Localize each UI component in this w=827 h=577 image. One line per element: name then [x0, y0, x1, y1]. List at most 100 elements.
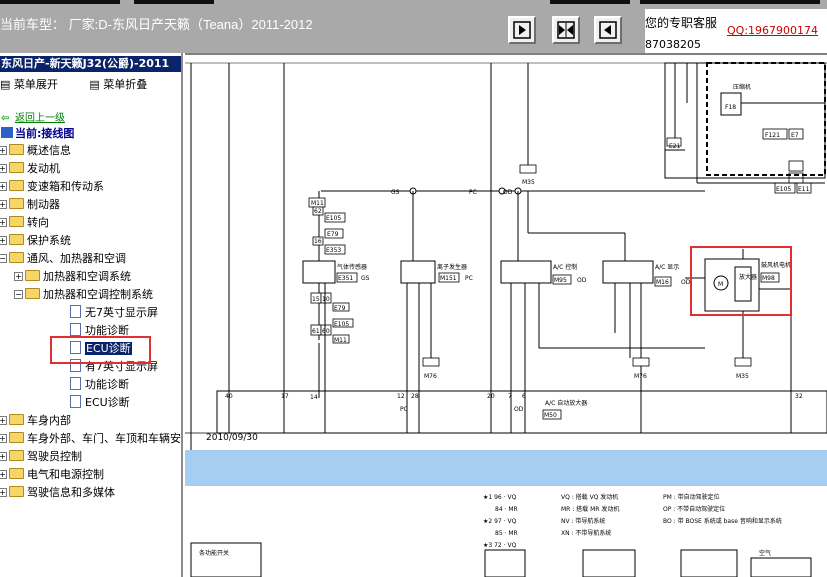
expand-toggle-icon[interactable]: +: [0, 236, 7, 245]
connector-e11: E11: [798, 186, 810, 193]
tree-doc-item[interactable]: 功能诊断: [30, 377, 129, 393]
connector-m151: M151: [440, 275, 457, 282]
service-qq-link[interactable]: QQ:1967900174: [727, 24, 818, 37]
tree-folder-item[interactable]: + 驾驶信息和多媒体: [0, 485, 115, 501]
tab-indicator[interactable]: [134, 0, 214, 4]
pin-28: 28: [411, 393, 419, 400]
tree-item-label: ECU诊断: [85, 396, 130, 409]
expand-toggle-icon[interactable]: +: [0, 182, 7, 191]
collapse-toggle-icon[interactable]: −: [0, 254, 7, 263]
tree-folder-item[interactable]: + 转向: [0, 215, 49, 231]
tree-folder-item[interactable]: − 加热器和空调控制系统: [14, 287, 153, 303]
tree-item-label: 无7英寸显示屏: [85, 306, 158, 319]
expand-menu-button[interactable]: ▤ 菜单展开: [0, 78, 72, 91]
back-link-label: 返回上一级: [15, 113, 65, 124]
double-arrow-icon: [557, 21, 575, 39]
expand-toggle-icon[interactable]: +: [0, 200, 7, 209]
connector-m50: M50: [544, 412, 557, 419]
connector-e353: E353: [326, 247, 341, 254]
tab-indicator[interactable]: [640, 0, 820, 4]
tree-doc-item[interactable]: 无7英寸显示屏: [30, 305, 158, 321]
tree-folder-item[interactable]: + 概述信息: [0, 143, 71, 159]
tree-item-label: 发动机: [27, 162, 60, 175]
pin-32: 32: [795, 393, 803, 400]
tree-folder-item[interactable]: + 车身外部、车门、车顶和车辆安: [0, 431, 181, 447]
connector-m35-top: M35: [522, 179, 535, 186]
expand-view-button[interactable]: [552, 16, 580, 44]
folder-icon: [9, 432, 24, 443]
signal-gs: GS: [391, 189, 400, 196]
legend-mr: MR : 搭载 MR 发动机: [561, 505, 619, 513]
tab-indicator[interactable]: [550, 0, 630, 4]
expand-toggle-icon[interactable]: +: [0, 218, 7, 227]
ac-control-label: A/C 控制: [553, 263, 577, 271]
tree-folder-item[interactable]: + 保护系统: [0, 233, 71, 249]
back-link[interactable]: ⇦ 返回上一级: [1, 109, 65, 124]
tab-indicator[interactable]: [0, 0, 120, 4]
legend-bo: BO : 带 BOSE 系统或 base 音响和显示系统: [663, 517, 782, 525]
tree-item-label: 驾驶信息和多媒体: [27, 486, 115, 499]
tree-item-label: 通风、加热器和空调: [27, 252, 126, 265]
highlight-box: [50, 336, 151, 364]
tree-folder-item[interactable]: − 通风、加热器和空调: [0, 251, 126, 267]
ac-display-label: A/C 显示: [655, 264, 679, 271]
expand-toggle-icon[interactable]: +: [0, 470, 7, 479]
folder-icon: [9, 144, 24, 155]
previous-page-button[interactable]: [594, 16, 622, 44]
expand-toggle-icon[interactable]: +: [0, 434, 7, 443]
tree-doc-item[interactable]: ECU诊断: [30, 395, 130, 411]
folder-icon: [9, 234, 24, 245]
expand-toggle-icon[interactable]: +: [0, 146, 7, 155]
legend-pm: PM : 带自动驾驶定位: [663, 493, 720, 501]
collapse-menu-button[interactable]: ▤ 菜单折叠: [89, 78, 161, 91]
tree-item-label: 电气和电源控制: [27, 468, 104, 481]
tree-folder-item[interactable]: + 加热器和空调系统: [14, 269, 131, 285]
expand-toggle-icon[interactable]: +: [0, 488, 7, 497]
folder-icon: [9, 450, 24, 461]
legend-vq: VQ : 搭载 VQ 发动机: [561, 493, 618, 501]
tree-folder-item[interactable]: + 发动机: [0, 161, 60, 177]
connector-f121: F121: [765, 132, 780, 139]
connector-e105c: E105: [334, 321, 349, 328]
pin-14: 14: [310, 394, 318, 401]
pin-7: 7: [508, 393, 512, 400]
tree-folder-item[interactable]: + 驾驶员控制: [0, 449, 82, 465]
current-location-label: 当前:接线图: [15, 127, 75, 140]
pin-15: 15: [312, 296, 320, 303]
tree-folder-item[interactable]: + 变速箱和传动系: [0, 179, 104, 195]
fan-switch-label: 条功能开关: [199, 549, 229, 557]
pin-60: 60: [322, 328, 330, 335]
connector-e105b: E105: [326, 215, 341, 222]
folder-icon: [25, 288, 40, 299]
ac-auto-amp-label: A/C 自动放大器: [545, 399, 587, 407]
tree-item-label: 车身内部: [27, 414, 71, 427]
tree-item-label: 加热器和空调系统: [43, 270, 131, 283]
pin-20: 20: [487, 393, 495, 400]
signal-pc-bottom: PC: [400, 406, 408, 413]
expand-toggle-icon[interactable]: +: [0, 452, 7, 461]
blower-motor-label: 鼓风机电机: [761, 261, 791, 269]
gas-sensor-label: 气体传感器: [337, 263, 367, 271]
folder-icon: [9, 414, 24, 425]
folder-icon: [9, 198, 24, 209]
location-icon: [1, 127, 13, 138]
document-icon: [70, 305, 81, 318]
signal-gs-sensor: GS: [361, 275, 370, 282]
legend-mark-2: ★2 97 · VQ: [483, 518, 517, 525]
expand-toggle-icon[interactable]: +: [14, 272, 23, 281]
expand-toggle-icon[interactable]: +: [0, 416, 7, 425]
sidebar: 东风日产-新天籁J32(公爵)-2011 ▤ 菜单展开 ▤ 菜单折叠 ⇦ 返回上一…: [0, 53, 183, 577]
tree-folder-item[interactable]: + 电气和电源控制: [0, 467, 104, 483]
folder-icon: [9, 162, 24, 173]
pin-61: 61: [312, 328, 320, 335]
pin-10: 10: [322, 296, 330, 303]
collapse-toggle-icon[interactable]: −: [14, 290, 23, 299]
next-page-button[interactable]: [508, 16, 536, 44]
tree-item-label: 功能诊断: [85, 378, 129, 391]
folder-icon: [9, 468, 24, 479]
expand-toggle-icon[interactable]: +: [0, 164, 7, 173]
folder-icon: [9, 486, 24, 497]
tree-folder-item[interactable]: + 车身内部: [0, 413, 71, 429]
tree-folder-item[interactable]: + 制动器: [0, 197, 60, 213]
service-label: 您的专职客服: [645, 16, 718, 30]
